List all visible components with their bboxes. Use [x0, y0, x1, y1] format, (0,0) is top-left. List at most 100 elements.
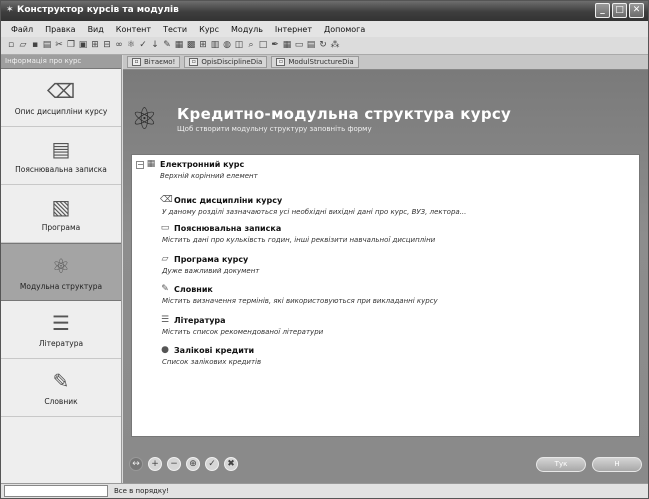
sidebar-item-explanatory-note[interactable]: ▤ Пояснювальна записка [1, 127, 121, 185]
frame-icon[interactable]: □ [258, 40, 268, 51]
save-icon[interactable]: ▪ [30, 40, 40, 51]
window-icon[interactable]: ▭ [294, 40, 304, 51]
tree-item-course-description[interactable]: ⌫ Опис дисципліни курсу У даному розділі… [160, 195, 466, 216]
tab-label: Вітаємо! [144, 58, 176, 66]
tree-icon[interactable]: ⊞ [90, 40, 100, 51]
link-icon[interactable]: ∞ [114, 40, 124, 51]
tree-tools: ↔ + − ⊕ ✓ ✖ [129, 457, 238, 471]
tree-item-glossary[interactable]: ✎ Словник Містить визначення термінів, я… [160, 284, 437, 305]
status-panel [4, 485, 108, 497]
refresh-icon[interactable]: ↻ [318, 40, 328, 51]
tree-root-desc: Верхній корінний елемент [160, 172, 258, 180]
books-icon: ☰ [52, 311, 70, 335]
menu-file[interactable]: Файл [11, 25, 33, 34]
bottom-toolbar: ↔ + − ⊕ ✓ ✖ Тук Н [123, 447, 648, 483]
tab-label: ModulStructureDia [288, 58, 354, 66]
sidebar-item-modular-structure[interactable]: ⚛ Модульна структура [1, 243, 121, 301]
move-button[interactable]: ↔ [129, 457, 143, 471]
page-subtitle: Щоб створити модульну структуру заповніт… [177, 125, 372, 133]
menu-help[interactable]: Допомога [324, 25, 365, 34]
search-icon[interactable]: ⌕ [246, 40, 256, 51]
sidebar-item-label: Програма [41, 223, 81, 232]
menu-content[interactable]: Контент [116, 25, 151, 34]
film-icon[interactable]: ▤ [306, 40, 316, 51]
title-bar: ✶ Конструктор курсів та модулів _ □ ✕ [1, 1, 648, 21]
copy-icon[interactable]: ❐ [66, 40, 76, 51]
eraser-icon: ⌫ [46, 79, 76, 103]
tree-item-desc: У даному розділі зазначаються усі необхі… [162, 208, 467, 216]
module-icon[interactable]: ⚛ [126, 40, 136, 51]
tab-modul-structure[interactable]: ▫ ModulStructureDia [271, 56, 359, 68]
sidebar-item-label: Словник [44, 397, 78, 406]
insert-button[interactable]: ⊕ [186, 457, 200, 471]
tab-bar: ▫ Вітаємо! ▫ OpisDisciplineDia ▫ ModulSt… [123, 55, 648, 70]
tab-icon: ▫ [132, 58, 141, 66]
course-icon: ▦ [146, 159, 156, 169]
remove-button[interactable]: − [167, 457, 181, 471]
image-icon[interactable]: ▩ [186, 40, 196, 51]
navigation-buttons: Тук Н [536, 457, 642, 472]
test-icon[interactable]: ✓ [138, 40, 148, 51]
main-toolbar: ▫ ▱ ▪ ▤ ✂ ❐ ▣ ⊞ ⊟ ∞ ⚛ ✓ ↓ ✎ ▦ ▩ ⊞ ▥ ◍ ◫ … [1, 37, 648, 55]
eraser-icon: ⌫ [160, 195, 173, 205]
preview-icon[interactable]: ◫ [234, 40, 244, 51]
tree-item-credits[interactable]: ● Залікові кредити Список залікових кред… [160, 345, 261, 366]
arrow-icon[interactable]: ↓ [150, 40, 160, 51]
paste-icon[interactable]: ▣ [78, 40, 88, 51]
back-button[interactable]: Тук [536, 457, 586, 472]
tree-item-explanatory-note[interactable]: ▭ Пояснювальна записка Містить дані про … [160, 223, 435, 244]
edit-icon[interactable]: ✎ [162, 40, 172, 51]
tree-item-title: Програма курсу [174, 254, 249, 264]
notepad-icon: ✎ [52, 369, 70, 393]
network-icon[interactable]: ⁂ [330, 40, 340, 51]
folder-icon: ▱ [161, 254, 169, 264]
sidebar-item-literature[interactable]: ☰ Література [1, 301, 121, 359]
menu-tests[interactable]: Тести [163, 25, 187, 34]
tab-icon: ▫ [276, 58, 286, 66]
document-icon: ▧ [51, 195, 71, 219]
sidebar-item-program[interactable]: ▧ Програма [1, 185, 121, 243]
tab-opis-discipline[interactable]: ▫ OpisDisciplineDia [184, 56, 268, 68]
app-icon: ✶ [6, 5, 14, 15]
maximize-button[interactable]: □ [612, 3, 627, 18]
menu-module[interactable]: Модуль [231, 25, 263, 34]
tile-icon[interactable]: ▦ [282, 40, 292, 51]
tree-item-literature[interactable]: ☰ Література Містить список рекомендован… [160, 315, 323, 336]
globe-icon[interactable]: ◍ [222, 40, 232, 51]
tree-item-desc: Список залікових кредитів [162, 358, 262, 366]
ball-icon: ● [161, 345, 169, 355]
close-button[interactable]: ✕ [629, 3, 644, 18]
tree-item-desc: Дуже важливий документ [162, 267, 260, 275]
tab-welcome[interactable]: ▫ Вітаємо! [127, 56, 181, 68]
menu-view[interactable]: Вид [88, 25, 104, 34]
sidebar-header: Інформація про курс [1, 55, 121, 69]
add-button[interactable]: + [148, 457, 162, 471]
tree-item-desc: Містить дані про кульківсть годин, інші … [162, 236, 436, 244]
open-icon[interactable]: ▱ [18, 40, 28, 51]
edit-button[interactable]: ✓ [205, 457, 219, 471]
cut-icon[interactable]: ✂ [54, 40, 64, 51]
tree-root[interactable]: ▦ Електронний курс Верхній корінний елем… [146, 159, 258, 180]
tree-add-icon[interactable]: ⊟ [102, 40, 112, 51]
pen-icon[interactable]: ✒ [270, 40, 280, 51]
app-window: ✶ Конструктор курсів та модулів _ □ ✕ Фа… [0, 0, 649, 499]
sidebar-item-course-description[interactable]: ⌫ Опис дисципліни курсу [1, 69, 121, 127]
grid-icon[interactable]: ⊞ [198, 40, 208, 51]
table-icon[interactable]: ▦ [174, 40, 184, 51]
collapse-icon[interactable]: − [136, 161, 144, 169]
tab-icon: ▫ [189, 58, 199, 66]
menu-course[interactable]: Курс [199, 25, 219, 34]
minimize-button[interactable]: _ [595, 3, 610, 18]
molecule-icon: ⚛ [52, 253, 70, 278]
tree-item-title: Словник [174, 284, 213, 294]
menu-internet[interactable]: Інтернет [275, 25, 312, 34]
tree-item-title: Опис дисципліни курсу [174, 195, 283, 205]
print-icon[interactable]: ▤ [42, 40, 52, 51]
delete-button[interactable]: ✖ [224, 457, 238, 471]
sidebar-item-glossary[interactable]: ✎ Словник [1, 359, 121, 417]
menu-edit[interactable]: Правка [45, 25, 75, 34]
tree-item-course-program[interactable]: ▱ Програма курсу Дуже важливий документ [160, 254, 260, 275]
chart-icon[interactable]: ▥ [210, 40, 220, 51]
new-icon[interactable]: ▫ [6, 40, 16, 51]
next-button[interactable]: Н [592, 457, 642, 472]
